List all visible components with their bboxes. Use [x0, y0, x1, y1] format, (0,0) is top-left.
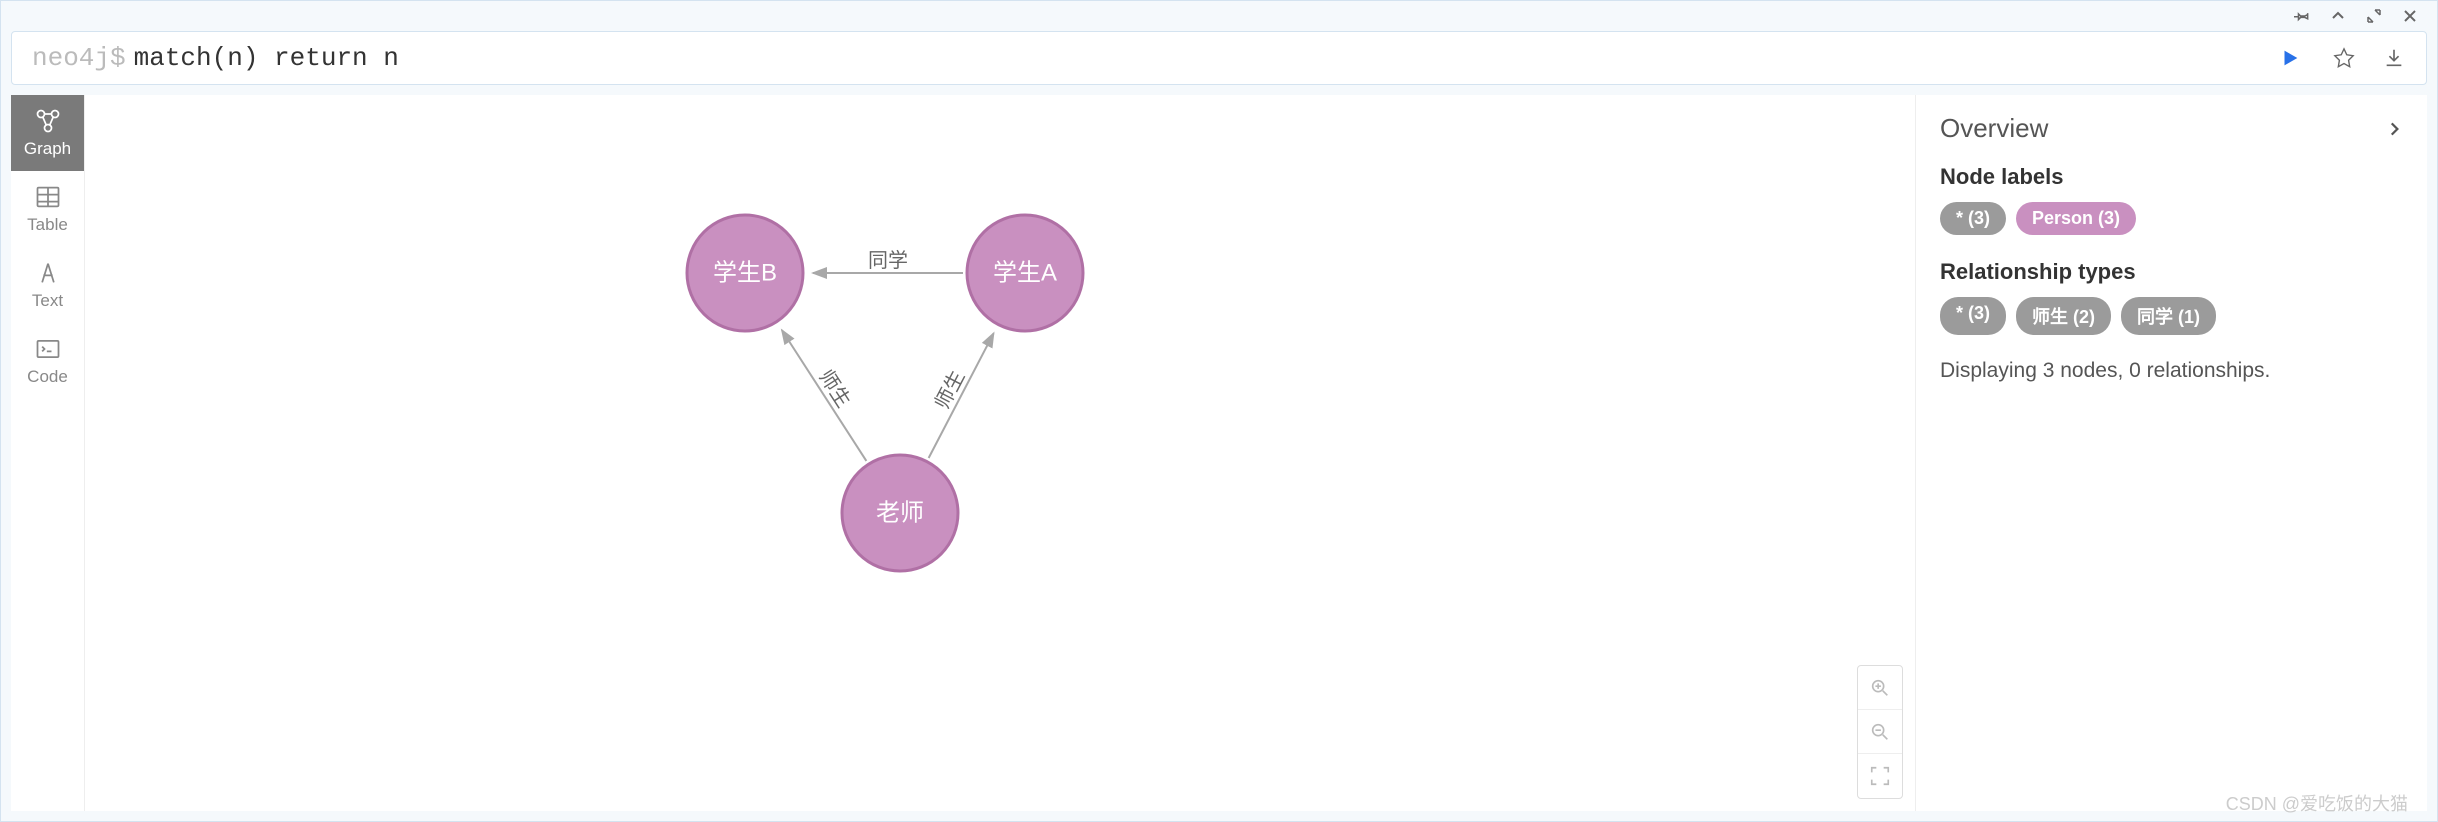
tab-graph[interactable]: Graph — [11, 95, 84, 171]
tab-label: Table — [27, 215, 68, 235]
watermark: CSDN @爱吃饭的大猫 — [2226, 790, 2408, 816]
query-actions — [2266, 34, 2426, 82]
main-area: Graph Table Text Code — [11, 95, 2427, 811]
rel-pill-all[interactable]: * (3) — [1940, 297, 2006, 335]
graph-canvas[interactable]: 同学师生师生 学生B学生A老师 — [85, 95, 1915, 811]
run-button[interactable] — [2266, 34, 2314, 82]
close-icon[interactable] — [2401, 7, 2419, 25]
rel-types-row: * (3) 师生 (2) 同学 (1) — [1940, 297, 2403, 335]
overview-panel: Overview Node labels * (3) Person (3) Re… — [1915, 95, 2427, 811]
label-pill-person[interactable]: Person (3) — [2016, 202, 2136, 235]
query-bar: neo4j$ match(n) return n — [11, 31, 2427, 85]
collapse-icon[interactable] — [2329, 7, 2347, 25]
zoom-out-button[interactable] — [1858, 710, 1902, 754]
graph-edge[interactable] — [782, 330, 866, 461]
tab-code[interactable]: Code — [11, 323, 84, 399]
query-prompt: neo4j$ — [32, 43, 126, 73]
panel-title: Overview — [1940, 113, 2048, 144]
displaying-text: Displaying 3 nodes, 0 relationships. — [1940, 359, 2403, 383]
tab-label: Text — [32, 291, 63, 311]
zoom-controls — [1857, 665, 1903, 799]
query-text: match(n) return n — [134, 43, 399, 73]
tab-label: Code — [27, 367, 68, 387]
panel-header[interactable]: Overview — [1940, 113, 2403, 144]
node-label: 学生B — [713, 260, 777, 287]
tab-label: Graph — [24, 139, 71, 159]
label-pill-all[interactable]: * (3) — [1940, 202, 2006, 235]
result-view-tabs: Graph Table Text Code — [11, 95, 85, 811]
rel-pill-2[interactable]: 同学 (1) — [2121, 297, 2216, 335]
window-controls — [1, 1, 2437, 31]
favorite-button[interactable] — [2324, 38, 2364, 78]
app-window: neo4j$ match(n) return n Graph Table — [0, 0, 2438, 822]
rel-types-title: Relationship types — [1940, 259, 2403, 285]
edge-label: 同学 — [868, 249, 908, 272]
node-labels-title: Node labels — [1940, 164, 2403, 190]
tab-text[interactable]: Text — [11, 247, 84, 323]
node-label: 老师 — [876, 500, 924, 527]
expand-icon[interactable] — [2365, 7, 2383, 25]
zoom-fit-button[interactable] — [1858, 754, 1902, 798]
tab-table[interactable]: Table — [11, 171, 84, 247]
chevron-right-icon — [2385, 120, 2403, 138]
node-label: 学生A — [993, 260, 1057, 287]
node-labels-row: * (3) Person (3) — [1940, 202, 2403, 235]
download-button[interactable] — [2374, 38, 2414, 78]
zoom-in-button[interactable] — [1858, 666, 1902, 710]
pin-icon[interactable] — [2293, 7, 2311, 25]
graph-svg: 同学师生师生 学生B学生A老师 — [85, 95, 1915, 811]
query-input[interactable]: neo4j$ match(n) return n — [12, 43, 2266, 73]
rel-pill-1[interactable]: 师生 (2) — [2016, 297, 2111, 335]
